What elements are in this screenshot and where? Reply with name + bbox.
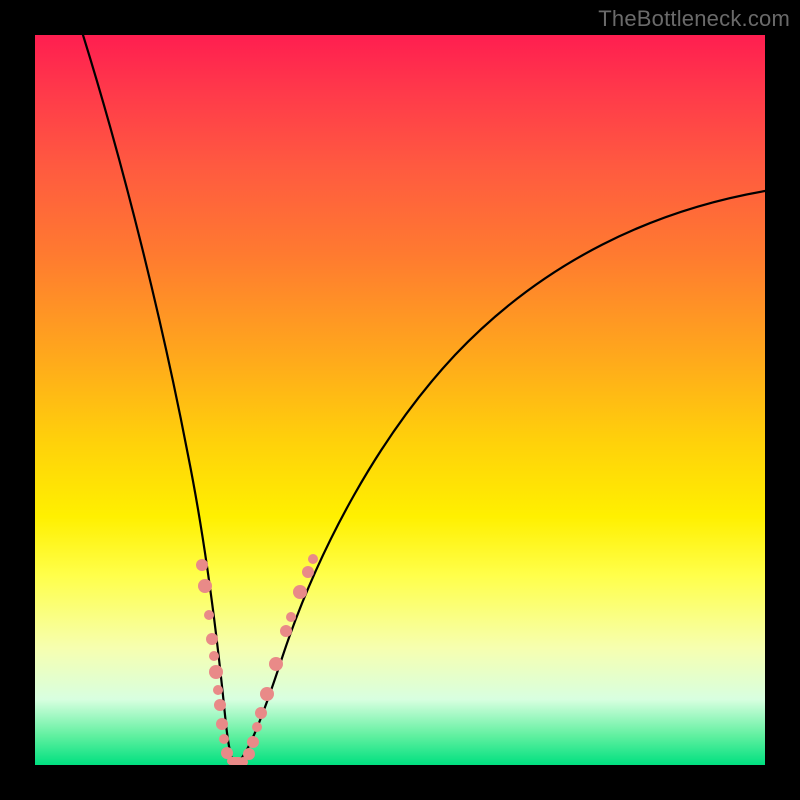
plot-area xyxy=(35,35,765,765)
bottleneck-curve xyxy=(35,35,765,765)
curve-right-branch xyxy=(235,191,765,764)
chart-frame: TheBottleneck.com xyxy=(0,0,800,800)
marker-dots xyxy=(196,554,318,765)
watermark-text: TheBottleneck.com xyxy=(598,6,790,32)
